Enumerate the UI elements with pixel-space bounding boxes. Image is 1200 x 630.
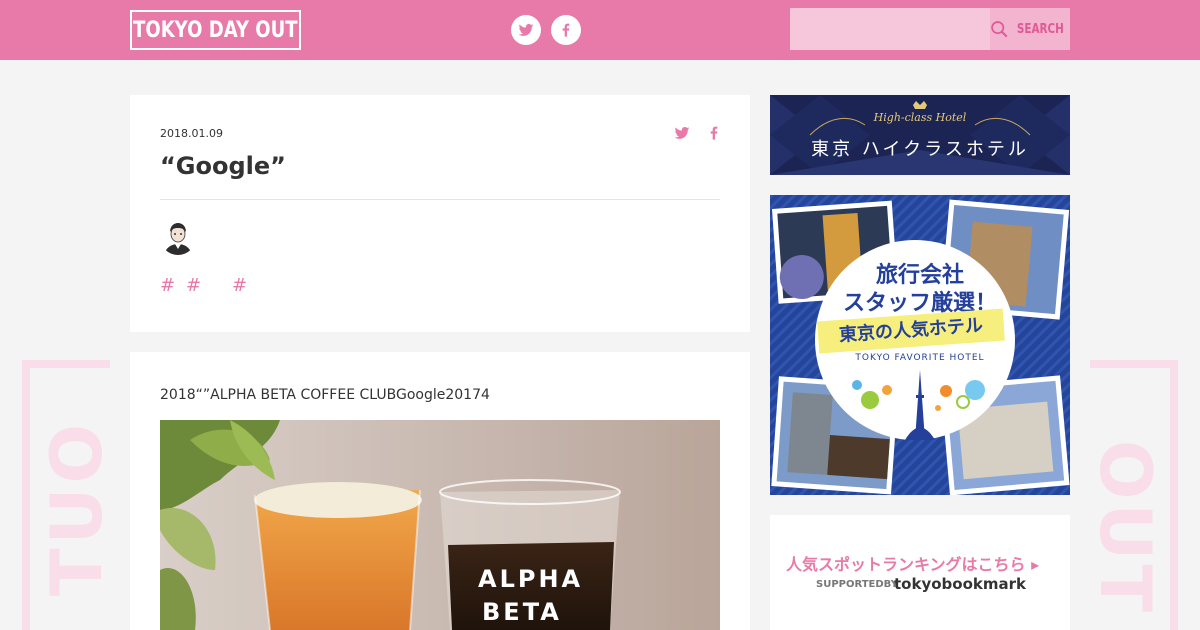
tag-link[interactable]: # <box>186 275 201 296</box>
ad-hotel-title: 東京 ハイクラスホテル <box>811 139 1029 160</box>
background-letters-right: OUT <box>1084 440 1166 617</box>
facebook-button[interactable] <box>551 15 581 45</box>
twitter-icon <box>674 127 690 139</box>
header-divider <box>160 199 720 200</box>
ad-travel-line2: スタッフ厳選！ <box>842 291 997 316</box>
author-avatar-image <box>160 219 196 255</box>
share-twitter-button[interactable] <box>674 125 690 145</box>
tag-link[interactable]: # <box>160 275 175 296</box>
article-header-card: 2018.01.09 “Google” # # # <box>130 95 750 332</box>
twitter-button[interactable] <box>511 15 541 45</box>
twitter-icon <box>518 24 534 36</box>
site-header: TOKYO DAY OUT SEARCH <box>0 0 1200 60</box>
search-form: SEARCH <box>790 8 1070 50</box>
facebook-icon <box>562 23 570 37</box>
site-logo-text: TOKYO DAY OUT <box>133 17 298 43</box>
ranking-supported-by: SUPPORTEDBY <box>816 579 899 590</box>
article-date: 2018.01.09 <box>160 127 223 140</box>
glass-text-alpha: ALPHA <box>478 565 583 593</box>
article-body-card: 2018“”ALPHA BETA COFFEE CLUBGoogle20174 <box>130 352 750 630</box>
author-avatar[interactable] <box>160 219 196 255</box>
search-button-label: SEARCH <box>1017 21 1065 37</box>
ranking-brand: tokyobookmark <box>894 575 1026 593</box>
ad-favorite-hotel[interactable]: 旅行会社 スタッフ厳選！ 東京の人気ホテル TOKYO FAVORITE HOT… <box>770 195 1070 495</box>
search-icon <box>991 21 1008 38</box>
ranking-headline: 人気スポットランキングはこちら ▸ <box>786 555 1040 574</box>
ad-hotel-subtitle: High-class Hotel <box>873 111 967 124</box>
site-logo[interactable]: TOKYO DAY OUT <box>130 10 301 50</box>
search-input[interactable] <box>790 8 990 50</box>
share-facebook-button[interactable] <box>706 125 722 145</box>
coffee-beer-photo: ALPHA BETA <box>160 420 720 630</box>
article-photo: ALPHA BETA <box>160 420 720 630</box>
search-button[interactable]: SEARCH <box>990 8 1070 50</box>
article-lead-text: 2018“”ALPHA BETA COFFEE CLUBGoogle20174 <box>160 387 490 403</box>
ad-travel-line4: TOKYO FAVORITE HOTEL <box>855 353 985 363</box>
tag-link[interactable]: # <box>232 275 247 296</box>
article-title: “Google” <box>160 152 286 180</box>
ad-high-class-hotel[interactable]: High-class Hotel 東京 ハイクラスホテル <box>770 95 1070 175</box>
ad-spot-ranking[interactable]: 人気スポットランキングはこちら ▸ SUPPORTEDBY tokyobookm… <box>770 515 1070 630</box>
background-letters-left: TUO <box>36 420 118 597</box>
facebook-icon <box>710 126 718 140</box>
glass-text-beta: BETA <box>482 598 562 626</box>
